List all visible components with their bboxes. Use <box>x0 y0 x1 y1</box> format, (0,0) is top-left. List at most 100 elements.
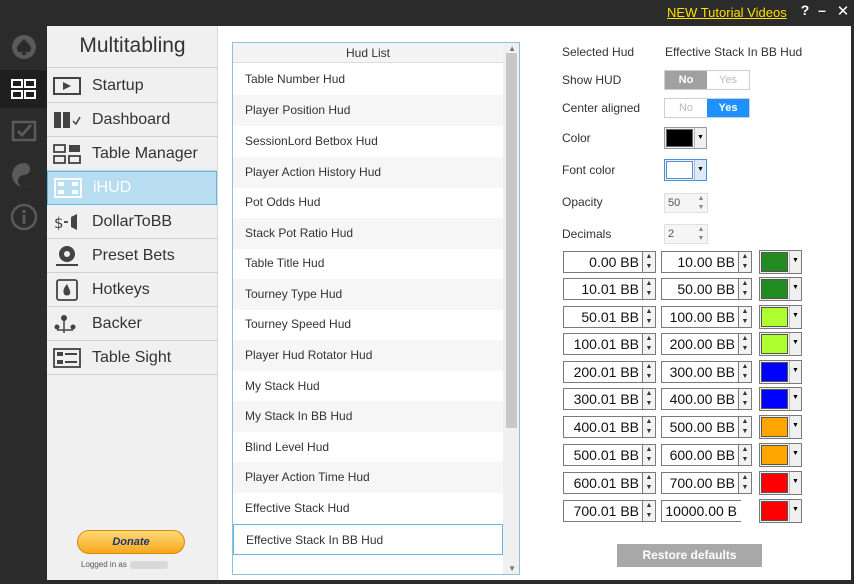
range-from-input[interactable]: 0.00 BB <box>563 251 644 273</box>
show-hud-yes-option[interactable]: Yes <box>707 71 749 89</box>
rail-yin-yang-button[interactable] <box>0 156 47 194</box>
hud-list-item[interactable]: Player Hud Rotator Hud <box>233 340 503 371</box>
range-to-input[interactable]: 100.00 BB <box>661 306 740 328</box>
range-from-stepper-icon[interactable]: ▲ ▼ <box>642 388 656 410</box>
close-button[interactable]: ✕ <box>834 2 852 20</box>
rail-check-button[interactable] <box>0 112 47 150</box>
range-to-stepper-icon[interactable]: ▲ ▼ <box>738 444 752 466</box>
range-to-stepper-icon[interactable]: ▲ ▼ <box>738 361 752 383</box>
hud-list-item[interactable]: Player Action History Hud <box>233 157 503 188</box>
range-from-input[interactable]: 400.01 BB <box>563 416 644 438</box>
nav-item-hotkeys[interactable]: Hotkeys <box>47 273 217 307</box>
center-aligned-toggle[interactable]: No Yes <box>664 98 750 118</box>
range-to-input[interactable]: 10.00 BB <box>661 251 740 273</box>
hud-list-scroll-thumb[interactable] <box>506 53 517 428</box>
hud-list-scrollbar[interactable]: ▲ ▼ <box>503 43 519 574</box>
chevron-down-icon[interactable]: ▼ <box>789 333 801 355</box>
center-aligned-yes-option[interactable]: Yes <box>707 99 749 117</box>
range-from-input[interactable]: 200.01 BB <box>563 361 644 383</box>
hud-list-item[interactable]: Table Number Hud <box>233 64 503 95</box>
rail-info-button[interactable] <box>0 198 47 236</box>
nav-item-backer[interactable]: Backer <box>47 307 217 341</box>
nav-item-table-manager[interactable]: Table Manager <box>47 137 217 171</box>
center-aligned-no-option[interactable]: No <box>665 99 707 117</box>
opacity-stepper[interactable]: 50 ▲ ▼ <box>664 193 708 213</box>
range-from-stepper-icon[interactable]: ▲ ▼ <box>642 251 656 273</box>
decimals-stepper[interactable]: 2 ▲ ▼ <box>664 224 708 244</box>
chevron-down-icon[interactable]: ▼ <box>694 128 706 148</box>
chevron-down-icon[interactable]: ▼ <box>789 472 801 494</box>
chevron-down-icon[interactable]: ▼ <box>789 444 801 466</box>
hud-list-item[interactable]: My Stack In BB Hud <box>233 401 503 432</box>
range-from-input[interactable]: 50.01 BB <box>563 306 644 328</box>
chevron-down-icon[interactable]: ▼ <box>789 361 801 383</box>
nav-item-ihud[interactable]: iHUD <box>47 171 217 205</box>
font-color-picker[interactable]: ▼ <box>664 159 707 181</box>
range-to-input[interactable]: 200.00 BB <box>661 333 740 355</box>
range-to-input[interactable]: 500.00 BB <box>661 416 740 438</box>
color-picker[interactable]: ▼ <box>664 127 707 149</box>
range-to-stepper-icon[interactable]: ▲ ▼ <box>738 306 752 328</box>
hud-list-item[interactable]: Table Title Hud <box>233 248 503 279</box>
hud-list-item[interactable]: My Stack Hud <box>233 371 503 402</box>
scroll-down-icon[interactable]: ▼ <box>508 564 516 573</box>
range-from-stepper-icon[interactable]: ▲ ▼ <box>642 416 656 438</box>
donate-button[interactable]: Donate <box>77 530 185 554</box>
hud-list-item[interactable]: Stack Pot Ratio Hud <box>233 218 503 249</box>
range-to-input[interactable]: 10000.00 B <box>661 500 741 522</box>
range-from-stepper-icon[interactable]: ▲ ▼ <box>642 444 656 466</box>
hud-list-item[interactable]: Tourney Type Hud <box>233 279 503 310</box>
range-color-picker[interactable]: ▼ <box>759 250 802 274</box>
range-from-input[interactable]: 10.01 BB <box>563 278 644 300</box>
range-to-stepper-icon[interactable]: ▲ ▼ <box>738 388 752 410</box>
range-from-input[interactable]: 100.01 BB <box>563 333 644 355</box>
range-from-stepper-icon[interactable]: ▲ ▼ <box>642 500 656 522</box>
range-to-input[interactable]: 400.00 BB <box>661 388 740 410</box>
chevron-down-icon[interactable]: ▼ <box>789 500 801 522</box>
range-from-input[interactable]: 300.01 BB <box>563 388 644 410</box>
nav-item-dashboard[interactable]: Dashboard <box>47 103 217 137</box>
range-color-picker[interactable]: ▼ <box>759 332 802 356</box>
tutorial-videos-link[interactable]: NEW Tutorial Videos <box>667 5 787 20</box>
range-from-input[interactable]: 500.01 BB <box>563 444 644 466</box>
show-hud-no-option[interactable]: No <box>665 71 707 89</box>
rail-spade-button[interactable] <box>0 28 47 66</box>
minimize-button[interactable]: – <box>813 2 831 18</box>
range-from-stepper-icon[interactable]: ▲ ▼ <box>642 333 656 355</box>
range-color-picker[interactable]: ▼ <box>759 387 802 411</box>
chevron-down-icon[interactable]: ▼ <box>789 278 801 300</box>
range-from-input[interactable]: 600.01 BB <box>563 472 644 494</box>
nav-item-preset-bets[interactable]: Preset Bets <box>47 239 217 273</box>
show-hud-toggle[interactable]: No Yes <box>664 70 750 90</box>
hud-list-item-selected[interactable]: Effective Stack In BB Hud <box>233 524 503 555</box>
nav-item-table-sight[interactable]: Table Sight <box>47 341 217 375</box>
scroll-up-icon[interactable]: ▲ <box>508 44 516 53</box>
range-to-stepper-icon[interactable]: ▲ ▼ <box>738 472 752 494</box>
range-color-picker[interactable]: ▼ <box>759 471 802 495</box>
hud-list-item[interactable]: Effective Stack Hud <box>233 493 503 524</box>
chevron-down-icon[interactable]: ▼ <box>789 388 801 410</box>
range-to-stepper-icon[interactable]: ▲ ▼ <box>738 333 752 355</box>
range-to-input[interactable]: 50.00 BB <box>661 278 740 300</box>
range-to-input[interactable]: 600.00 BB <box>661 444 740 466</box>
hud-list-item[interactable]: Blind Level Hud <box>233 432 503 463</box>
range-from-stepper-icon[interactable]: ▲ ▼ <box>642 472 656 494</box>
range-color-picker[interactable]: ▼ <box>759 443 802 467</box>
hud-list-item[interactable]: Tourney Speed Hud <box>233 309 503 340</box>
range-color-picker[interactable]: ▼ <box>759 499 802 523</box>
range-to-stepper-icon[interactable]: ▲ ▼ <box>738 251 752 273</box>
range-to-stepper-icon[interactable]: ▲ ▼ <box>738 278 752 300</box>
nav-item-dollar-to-bb[interactable]: $ DollarToBB <box>47 205 217 239</box>
range-color-picker[interactable]: ▼ <box>759 360 802 384</box>
range-to-stepper-icon[interactable]: ▲ ▼ <box>738 416 752 438</box>
range-to-input[interactable]: 300.00 BB <box>661 361 740 383</box>
stepper-arrows-icon[interactable]: ▲ ▼ <box>696 194 706 212</box>
hud-list-item[interactable]: Pot Odds Hud <box>233 187 503 218</box>
nav-item-startup[interactable]: Startup <box>47 69 217 103</box>
range-from-stepper-icon[interactable]: ▲ ▼ <box>642 361 656 383</box>
range-color-picker[interactable]: ▼ <box>759 277 802 301</box>
hud-list-item[interactable]: SessionLord Betbox Hud <box>233 126 503 157</box>
help-button[interactable]: ? <box>796 2 814 18</box>
range-color-picker[interactable]: ▼ <box>759 305 802 329</box>
chevron-down-icon[interactable]: ▼ <box>789 306 801 328</box>
